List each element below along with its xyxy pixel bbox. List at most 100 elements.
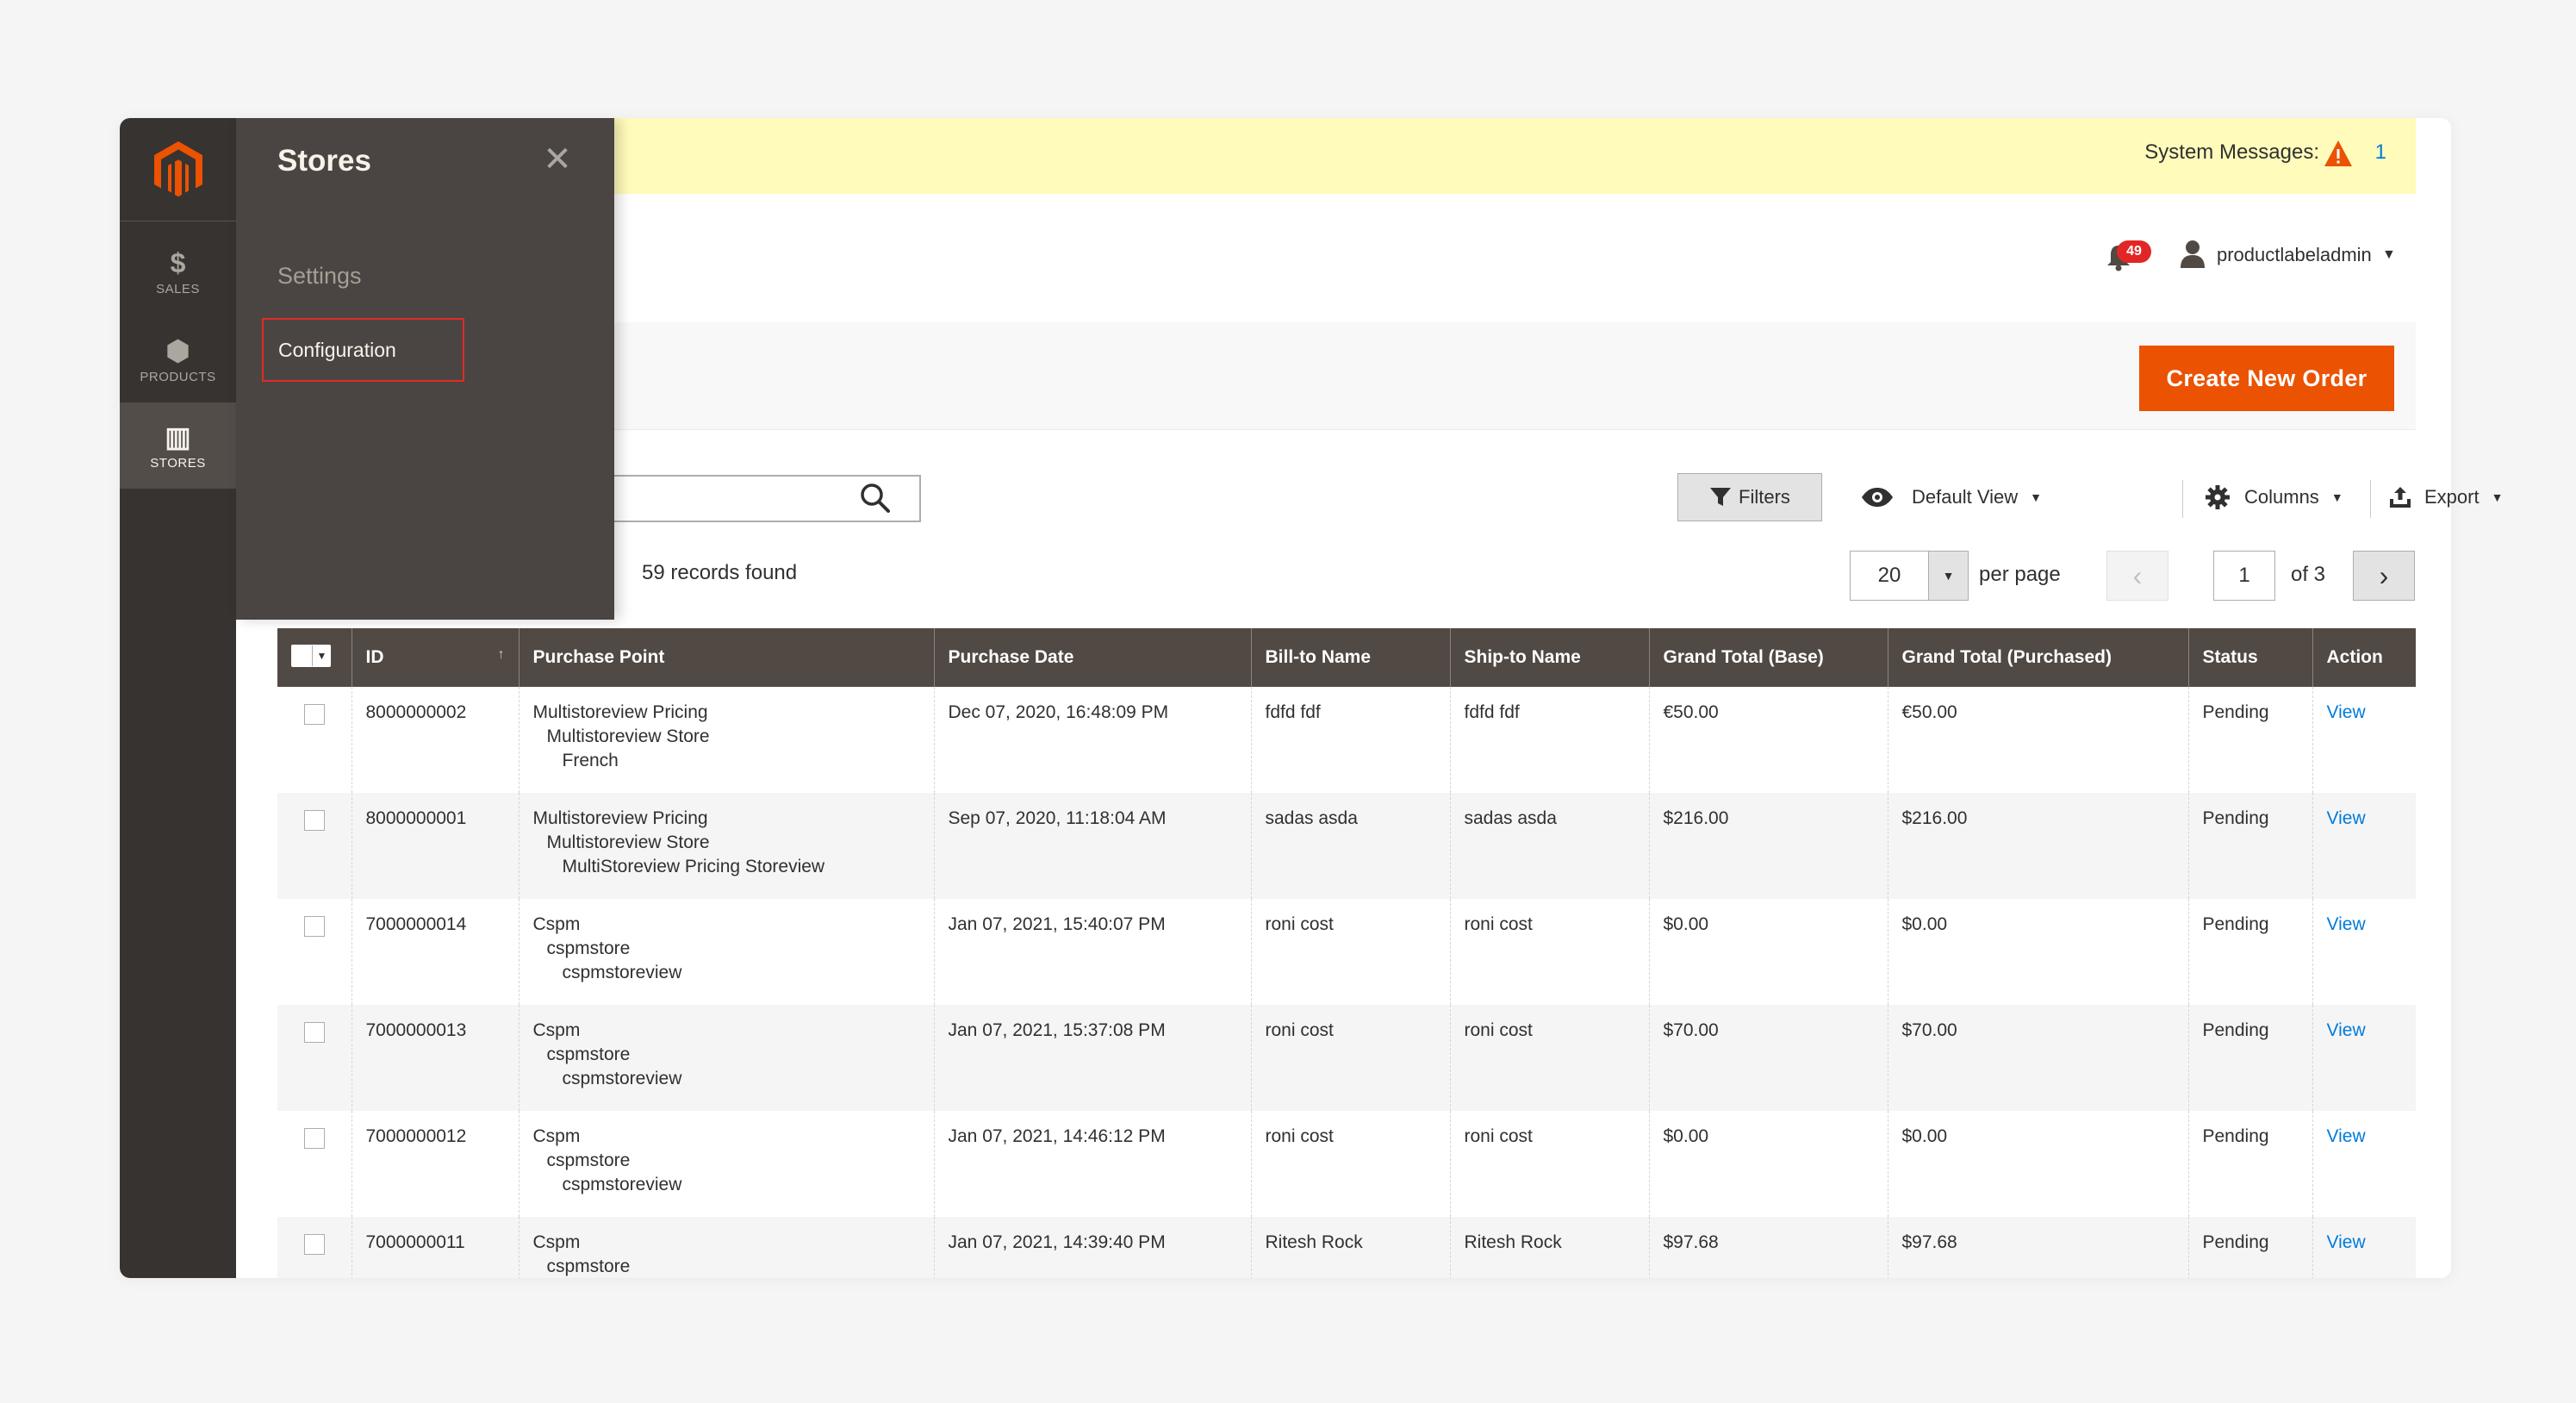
user-icon xyxy=(2181,240,2205,268)
ship-to-name: sadas asda xyxy=(1449,793,1649,899)
chevron-down-icon: ▼ xyxy=(312,645,331,666)
create-new-order-button[interactable]: Create New Order xyxy=(2139,346,2394,411)
chevron-right-icon: › xyxy=(2379,559,2389,591)
row-checkbox[interactable] xyxy=(303,810,325,831)
chevron-down-icon: ▼ xyxy=(2330,490,2343,504)
order-status: Pending xyxy=(2187,687,2312,793)
view-order-link[interactable]: View xyxy=(2327,914,2366,934)
column-header-id[interactable]: ID ↑ xyxy=(351,628,519,687)
order-status: Pending xyxy=(2187,899,2312,1005)
column-header-purchase-point[interactable]: Purchase Point xyxy=(518,628,934,687)
nav-item-stores[interactable]: ▥ STORES xyxy=(120,402,236,489)
grand-total-purchased: $216.00 xyxy=(1887,793,2188,899)
current-page-input[interactable]: 1 xyxy=(2213,551,2275,601)
purchase-date: Sep 07, 2020, 11:18:04 AM xyxy=(933,793,1251,899)
purchase-date: Jan 07, 2021, 15:40:07 PM xyxy=(933,899,1251,1005)
grand-total-base: $0.00 xyxy=(1648,899,1888,1005)
view-order-link[interactable]: View xyxy=(2327,1020,2366,1040)
per-page-label: per page xyxy=(1979,563,2061,586)
notification-count-badge: 49 xyxy=(2117,240,2151,263)
bill-to-name: sadas asda xyxy=(1250,793,1450,899)
grand-total-base: $97.68 xyxy=(1648,1217,1888,1278)
warning-icon[interactable] xyxy=(2323,139,2354,168)
per-page-select[interactable]: 20 xyxy=(1850,551,1929,601)
purchase-date: Jan 07, 2021, 15:37:08 PM xyxy=(933,1005,1251,1111)
filters-button[interactable]: Filters xyxy=(1677,473,1822,521)
grand-total-purchased: $70.00 xyxy=(1887,1005,2188,1111)
order-status: Pending xyxy=(2187,1005,2312,1111)
order-id: 7000000011 xyxy=(351,1217,519,1278)
order-status: Pending xyxy=(2187,1111,2312,1217)
order-id: 7000000013 xyxy=(351,1005,519,1111)
view-order-link[interactable]: View xyxy=(2327,808,2366,828)
chevron-down-icon[interactable]: ▼ xyxy=(1929,551,1969,601)
row-checkbox[interactable] xyxy=(303,1234,325,1255)
grand-total-purchased: $0.00 xyxy=(1887,899,2188,1005)
order-status: Pending xyxy=(2187,1217,2312,1278)
chevron-down-icon[interactable]: ▼ xyxy=(2382,247,2396,263)
export-label: Export xyxy=(2424,486,2480,508)
flyout-section-settings: Settings xyxy=(277,263,362,289)
stores-flyout: Stores ✕ Settings Configuration xyxy=(236,118,614,620)
order-status: Pending xyxy=(2187,793,2312,899)
bill-to-name: fdfd fdf xyxy=(1250,687,1450,793)
action-cell: View xyxy=(2312,1005,2416,1111)
ship-to-name: roni cost xyxy=(1449,899,1649,1005)
chevron-left-icon: ‹ xyxy=(2132,559,2143,591)
default-view-dropdown[interactable]: Default View ▼ xyxy=(1860,475,2042,520)
system-messages-count[interactable]: 1 xyxy=(2375,140,2386,165)
magento-logo[interactable] xyxy=(120,118,236,221)
row-select-cell xyxy=(277,1005,352,1111)
columns-dropdown[interactable]: Columns ▼ xyxy=(2205,475,2343,520)
view-order-link[interactable]: View xyxy=(2327,702,2366,722)
admin-user-menu[interactable]: productlabeladmin xyxy=(2217,244,2372,266)
next-page-button[interactable]: › xyxy=(2353,551,2415,601)
previous-page-button[interactable]: ‹ xyxy=(2106,551,2168,601)
purchase-date: Jan 07, 2021, 14:46:12 PM xyxy=(933,1111,1251,1217)
row-select-cell xyxy=(277,687,352,793)
row-select-cell xyxy=(277,899,352,1005)
magento-logo-icon xyxy=(153,140,202,196)
view-order-link[interactable]: View xyxy=(2327,1126,2366,1146)
nav-item-sales[interactable]: $ SALES xyxy=(120,228,236,315)
purchase-date: Jan 07, 2021, 14:39:40 PM xyxy=(933,1217,1251,1278)
row-select-cell xyxy=(277,793,352,899)
sort-arrow-icon: ↑ xyxy=(497,647,505,662)
row-checkbox[interactable] xyxy=(303,916,325,937)
ship-to-name: roni cost xyxy=(1449,1005,1649,1111)
configuration-link[interactable]: Configuration xyxy=(262,318,464,382)
columns-label: Columns xyxy=(2244,486,2319,508)
order-id: 7000000014 xyxy=(351,899,519,1005)
chevron-down-icon: ▼ xyxy=(2491,490,2504,504)
row-checkbox[interactable] xyxy=(303,704,325,725)
column-header-status[interactable]: Status xyxy=(2187,628,2312,687)
column-header-bill-to-name[interactable]: Bill-to Name xyxy=(1250,628,1450,687)
mass-select-checkbox[interactable]: ▼ xyxy=(291,644,331,667)
admin-window: $ SALES ⬢ PRODUCTS ▥ STORES Stores ✕ Set… xyxy=(120,118,2451,1278)
order-id: 8000000001 xyxy=(351,793,519,899)
row-checkbox[interactable] xyxy=(303,1128,325,1149)
action-cell: View xyxy=(2312,1111,2416,1217)
table-row: 7000000011 Cspm cspmstore Jan 07, 2021, 1… xyxy=(277,1217,2416,1278)
close-icon[interactable]: ✕ xyxy=(540,142,575,177)
table-row: 7000000012 Cspm cspmstore cspmstoreview Ja… xyxy=(277,1111,2416,1217)
flyout-title: Stores xyxy=(277,144,371,178)
column-header-grand-total-purchased[interactable]: Grand Total (Purchased) xyxy=(1887,628,2188,687)
mass-select-header[interactable]: ▼ xyxy=(277,628,352,687)
action-cell: View xyxy=(2312,793,2416,899)
row-select-cell xyxy=(277,1111,352,1217)
row-checkbox[interactable] xyxy=(303,1022,325,1043)
table-row: 8000000001 Multistoreview Pricing Multist… xyxy=(277,793,2416,899)
purchase-point: Cspm cspmstore cspmstoreview xyxy=(518,1005,934,1111)
bill-to-name: Ritesh Rock xyxy=(1250,1217,1450,1278)
bill-to-name: roni cost xyxy=(1250,899,1450,1005)
column-header-grand-total-base[interactable]: Grand Total (Base) xyxy=(1648,628,1888,687)
search-icon[interactable] xyxy=(857,480,893,516)
order-id: 7000000012 xyxy=(351,1111,519,1217)
nav-item-label: STORES xyxy=(150,455,206,471)
view-order-link[interactable]: View xyxy=(2327,1232,2366,1252)
column-header-ship-to-name[interactable]: Ship-to Name xyxy=(1449,628,1649,687)
column-header-purchase-date[interactable]: Purchase Date xyxy=(933,628,1251,687)
nav-item-products[interactable]: ⬢ PRODUCTS xyxy=(120,316,236,402)
export-button[interactable]: Export ▼ xyxy=(2388,475,2503,520)
